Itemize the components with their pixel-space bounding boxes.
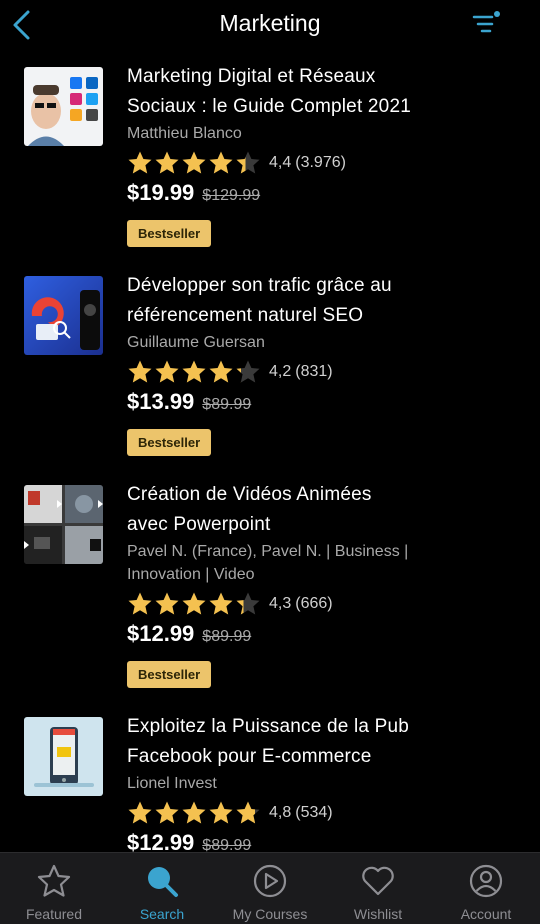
course-thumbnail: [24, 67, 103, 146]
course-author: Lionel Invest: [127, 775, 217, 792]
star-icon: [37, 864, 71, 897]
star-rating: [127, 591, 261, 617]
star-icon: [236, 151, 260, 174]
rating-row: 4,2 (831): [127, 355, 527, 389]
rating-value: 4,2: [269, 363, 292, 380]
original-price: $89.99: [202, 837, 252, 852]
course-title-line2: Sociaux : le Guide Complet 2021: [127, 96, 411, 117]
tab-featured[interactable]: Featured: [0, 853, 108, 924]
heart-icon: [362, 866, 394, 896]
rating-row: 4,4 (3.976): [127, 146, 527, 180]
bestseller-badge: Bestseller: [127, 429, 212, 456]
rating-value: 4,3: [269, 595, 292, 612]
price-row: $12.99 $89.99: [127, 830, 527, 852]
tab-bar: Featured Search My Courses Wishlist Acco…: [0, 852, 540, 924]
course-title-line2: Facebook pour E-commerce: [127, 746, 372, 767]
course-thumbnail: [24, 485, 103, 564]
tab-my-courses[interactable]: My Courses: [216, 853, 324, 924]
original-price: $129.99: [202, 187, 261, 204]
tab-search[interactable]: Search: [108, 853, 216, 924]
tab-account[interactable]: Account: [432, 853, 540, 924]
star-rating: [127, 800, 261, 826]
current-price: $19.99: [127, 180, 195, 205]
star-icon: [182, 151, 206, 174]
star-icon: [209, 801, 233, 824]
account-icon: [469, 864, 503, 898]
original-price: $89.99: [202, 396, 252, 413]
tab-label: Account: [460, 906, 512, 922]
course-thumbnail: [24, 717, 103, 796]
star-icon: [155, 151, 179, 174]
price-row: $12.99 $89.99: [127, 621, 527, 651]
tab-label: Featured: [25, 906, 83, 922]
star-icon: [128, 360, 152, 383]
page-title: Marketing: [219, 10, 321, 36]
course-title-line1: Marketing Digital et Réseaux: [127, 66, 376, 87]
star-icon: [209, 592, 233, 615]
star-rating: [127, 150, 261, 176]
star-icon: [236, 360, 260, 383]
original-price: $89.99: [202, 628, 252, 645]
course-author: Pavel N. (France), Pavel N. | Business |: [127, 543, 409, 560]
tab-label: My Courses: [232, 906, 308, 922]
star-icon: [128, 801, 152, 824]
course-author: Matthieu Blanco: [127, 125, 242, 142]
rating-count: (534): [295, 804, 333, 821]
star-icon: [182, 592, 206, 615]
bestseller-badge: Bestseller: [127, 661, 212, 688]
course-title-line2: référencement naturel SEO: [127, 305, 364, 326]
course-author: Guillaume Guersan: [127, 334, 265, 351]
rating-count: (666): [295, 595, 333, 612]
rating-value: 4,8: [269, 804, 292, 821]
star-icon: [209, 360, 233, 383]
star-icon: [236, 592, 260, 615]
rating-row: 4,3 (666): [127, 587, 527, 621]
filter-icon[interactable]: [472, 9, 502, 37]
star-icon: [182, 801, 206, 824]
star-icon: [128, 592, 152, 615]
search-icon: [148, 867, 178, 897]
current-price: $12.99: [127, 830, 195, 852]
play-circle-icon: [253, 864, 287, 898]
star-rating: [127, 359, 261, 385]
star-icon: [155, 360, 179, 383]
rating-count: (831): [295, 363, 333, 380]
course-list[interactable]: Marketing Digital et Réseaux Sociaux : l…: [0, 62, 540, 852]
course-title-line2: avec Powerpoint: [127, 514, 271, 535]
star-icon: [209, 151, 233, 174]
tab-wishlist[interactable]: Wishlist: [324, 853, 432, 924]
course-author-line2: Innovation | Video: [127, 566, 255, 583]
course-title-line1: Développer son trafic grâce au: [127, 275, 392, 296]
rating-count: (3.976): [295, 154, 346, 171]
price-row: $13.99 $89.99: [127, 389, 527, 419]
tab-label: Search: [139, 906, 185, 922]
current-price: $12.99: [127, 621, 195, 646]
bestseller-badge: Bestseller: [127, 220, 212, 247]
nav-header: Marketing: [0, 0, 540, 50]
course-thumbnail: [24, 276, 103, 355]
price-row: $19.99 $129.99: [127, 180, 527, 210]
star-icon: [155, 801, 179, 824]
star-icon: [155, 592, 179, 615]
rating-value: 4,4: [269, 154, 292, 171]
rating-row: 4,8 (534): [127, 796, 527, 830]
course-title-line1: Exploitez la Puissance de la Pub: [127, 716, 410, 737]
star-icon: [182, 360, 206, 383]
tab-label: Wishlist: [353, 906, 403, 922]
course-title-line1: Création de Vidéos Animées: [127, 484, 372, 505]
current-price: $13.99: [127, 389, 195, 414]
star-icon: [236, 801, 260, 824]
star-icon: [128, 151, 152, 174]
